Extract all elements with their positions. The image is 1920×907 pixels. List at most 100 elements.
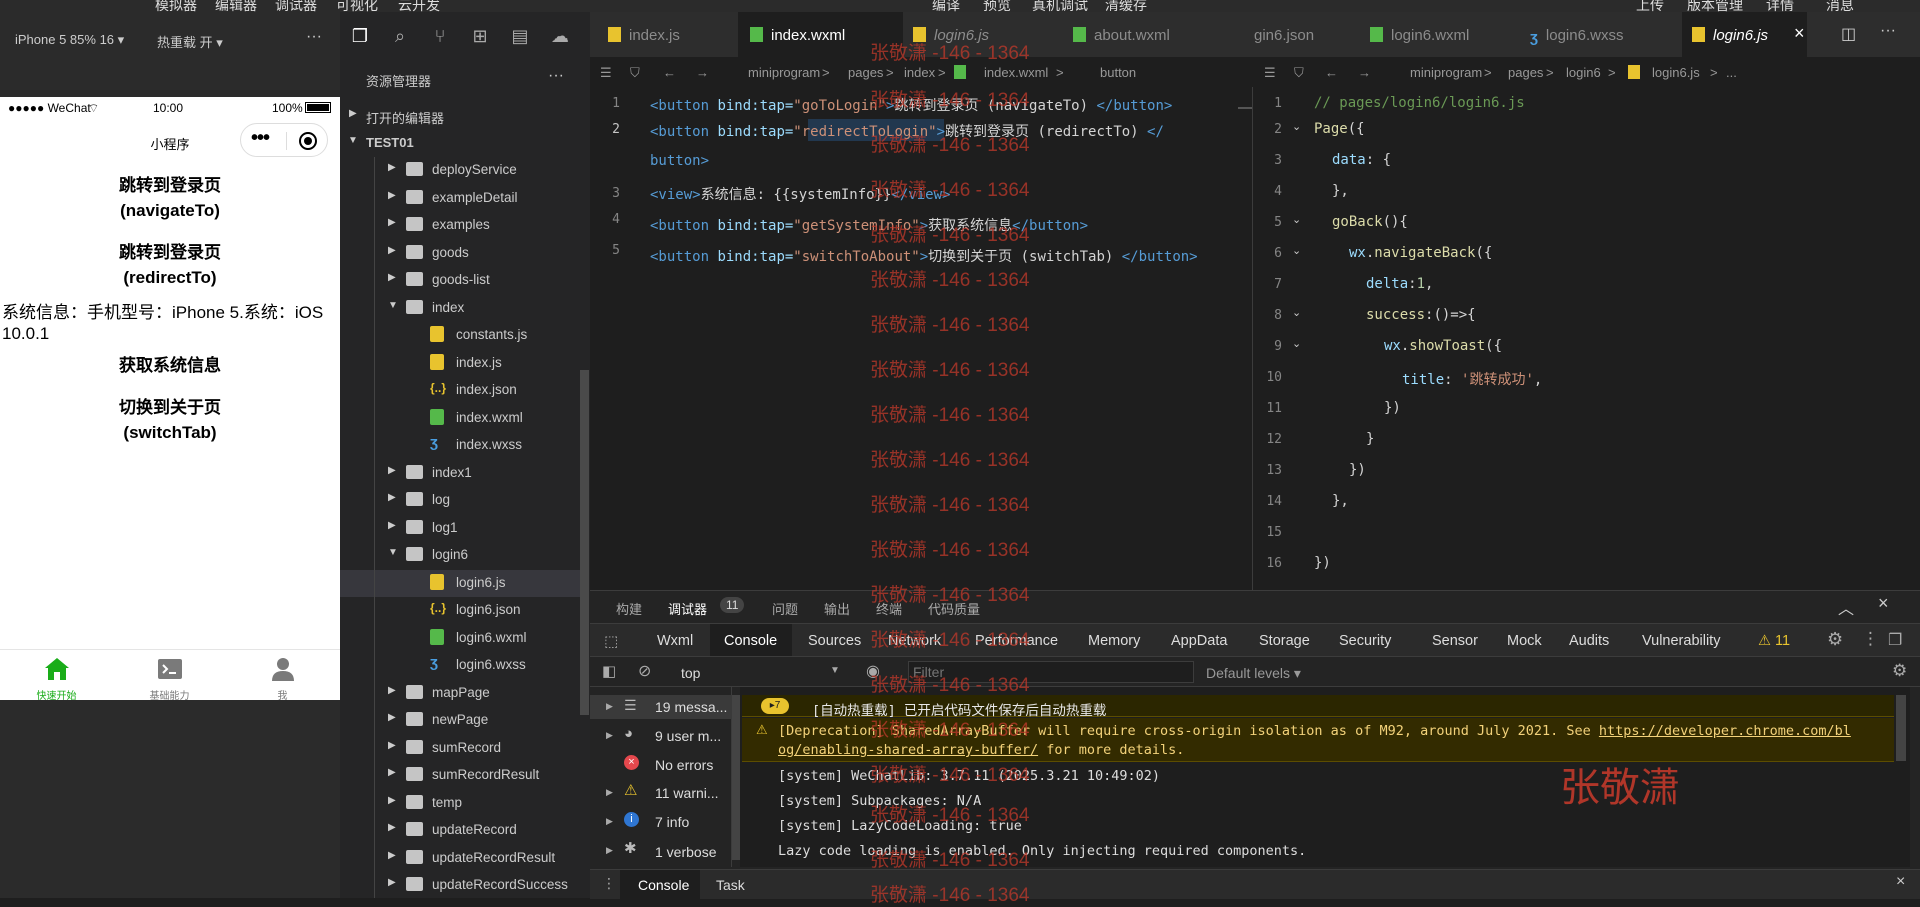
crumb-item[interactable]: pages xyxy=(848,65,883,80)
tree-item-goods-list[interactable]: ▶ goods-list xyxy=(340,267,580,294)
crumb-item[interactable]: miniprogram xyxy=(748,65,820,80)
sidebar-info[interactable]: 7 info xyxy=(655,814,689,830)
forward-arrow-icon[interactable]: → xyxy=(696,65,709,80)
drawer-tab-task[interactable]: Task xyxy=(716,877,745,893)
cloud-icon[interactable]: ☁ xyxy=(550,26,570,46)
sidebar-warnings[interactable]: 11 warni... xyxy=(655,785,719,801)
tree-item-index1[interactable]: ▶ index1 xyxy=(340,460,580,487)
drawer-close-icon[interactable]: × xyxy=(1896,873,1905,891)
tab-memory[interactable]: Memory xyxy=(1088,633,1140,649)
chevron-up-icon[interactable]: ︿ xyxy=(1838,595,1854,619)
extensions-icon[interactable]: ⊞ xyxy=(470,26,490,46)
crumb-item[interactable]: pages xyxy=(1508,65,1543,80)
bookmark-icon[interactable]: ⛉ xyxy=(1294,65,1304,81)
clear-console-icon[interactable]: ⊘ xyxy=(638,661,651,681)
sidebar-toggle-icon[interactable]: ◧ xyxy=(602,662,616,680)
menu-editor[interactable]: 编辑器 xyxy=(215,0,257,12)
simulator-more-icon[interactable]: ··· xyxy=(306,28,322,46)
tree-item-login6-json[interactable]: {..} login6.json xyxy=(340,597,580,624)
crumb-item[interactable]: index.wxml xyxy=(984,65,1048,80)
log-levels-select[interactable]: Default levels ▾ xyxy=(1206,665,1301,682)
tree-item-sumrecord[interactable]: ▶ sumRecord xyxy=(340,735,580,762)
tree-item-sumrecordresult[interactable]: ▶ sumRecordResult xyxy=(340,762,580,789)
source-control-icon[interactable]: ⑂ xyxy=(430,26,450,46)
tab-debugger[interactable]: 调试器 xyxy=(668,599,707,618)
forward-arrow-icon[interactable]: → xyxy=(1358,65,1371,80)
tree-item-mappage[interactable]: ▶ mapPage xyxy=(340,680,580,707)
fold-chevron-icon[interactable]: ⌄ xyxy=(1292,244,1301,257)
crumb-item[interactable]: login6.js xyxy=(1652,65,1700,80)
menu-simulator[interactable]: 模拟器 xyxy=(155,0,197,12)
fold-chevron-icon[interactable]: ⌄ xyxy=(1292,213,1301,226)
tab-login6-js-active[interactable]: login6.js xyxy=(1682,12,1807,57)
sidebar-messages[interactable]: 19 messa... xyxy=(655,699,727,715)
tab-login6-wxml[interactable]: login6.wxml xyxy=(1370,12,1510,57)
chevron-right-icon[interactable]: ▶ xyxy=(606,787,613,798)
tab-about-wxml[interactable]: about.wxml xyxy=(1063,12,1233,57)
tab-sources[interactable]: Sources xyxy=(808,633,861,649)
crumb-item[interactable]: login6 xyxy=(1566,65,1601,80)
menu-details[interactable]: 详情 xyxy=(1766,0,1794,12)
fold-chevron-icon[interactable]: ⌄ xyxy=(1292,337,1301,350)
back-arrow-icon[interactable]: ← xyxy=(663,65,676,80)
drawer-tab-console[interactable]: Console xyxy=(638,877,689,893)
close-panel-icon[interactable]: × xyxy=(1878,593,1889,614)
tab-security[interactable]: Security xyxy=(1339,633,1391,649)
fold-chevron-icon[interactable]: ⌄ xyxy=(1292,120,1301,133)
tab-me[interactable]: 我 xyxy=(226,650,339,702)
list-icon[interactable]: ☰ xyxy=(600,65,612,81)
more-dots-icon[interactable]: ••• xyxy=(251,127,270,150)
crumb-item[interactable]: index xyxy=(904,65,935,80)
tab-problems[interactable]: 问题 xyxy=(772,599,798,618)
tree-item-examples[interactable]: ▶ examples xyxy=(340,212,580,239)
tree-item-constants-js[interactable]: constants.js xyxy=(340,322,580,349)
search-icon[interactable]: ⌕ xyxy=(390,26,410,46)
inspect-icon[interactable]: ⬚ xyxy=(604,632,618,650)
menu-visual[interactable]: 可视化 xyxy=(336,0,378,12)
tab-quick-start[interactable]: 快速开始 xyxy=(0,650,113,702)
switch-to-about-button[interactable]: 切换到关于页 (switchTab) xyxy=(0,395,340,445)
tree-item-updaterecord[interactable]: ▶ updateRecord xyxy=(340,817,580,844)
tab-storage[interactable]: Storage xyxy=(1259,633,1310,649)
tab-basic-ability[interactable]: 基础能力 xyxy=(113,650,226,702)
crumb-item[interactable]: ... xyxy=(1726,65,1737,80)
context-select[interactable]: top xyxy=(681,665,700,681)
chevron-right-icon[interactable]: ▶ xyxy=(606,730,613,741)
sidebar-scrollbar[interactable] xyxy=(732,695,740,860)
dock-icon[interactable]: ❐ xyxy=(1888,630,1902,650)
back-arrow-icon[interactable]: ← xyxy=(1325,65,1338,80)
editor-more-icon[interactable]: ··· xyxy=(1880,22,1896,40)
crumb-item[interactable]: miniprogram xyxy=(1410,65,1482,80)
chevron-right-icon[interactable]: ▶ xyxy=(606,816,613,827)
tree-item-log1[interactable]: ▶ log1 xyxy=(340,515,580,542)
menu-preview[interactable]: 预览 xyxy=(983,0,1011,12)
kebab-menu-icon[interactable]: ⋮ xyxy=(1862,629,1879,649)
tab-appdata[interactable]: AppData xyxy=(1171,633,1227,649)
tree-item-login6[interactable]: ▼ login6 xyxy=(340,542,580,569)
redirect-to-login-button[interactable]: 跳转到登录页 (redirectTo) xyxy=(0,240,340,290)
sidebar-verbose[interactable]: 1 verbose xyxy=(655,844,716,860)
console-scrollbar[interactable] xyxy=(1896,695,1906,761)
tree-item-deployservice[interactable]: ▶ deployService xyxy=(340,157,580,184)
tree-item-goods[interactable]: ▶ goods xyxy=(340,240,580,267)
chevron-right-icon[interactable]: ▶ xyxy=(606,845,613,856)
deprecation-link-cont[interactable]: og/enabling-shared-array-buffer/ xyxy=(778,742,1038,758)
tree-item-newpage[interactable]: ▶ newPage xyxy=(340,707,580,734)
tab-wxml[interactable]: Wxml xyxy=(657,633,693,649)
tree-item-index[interactable]: ▼ index xyxy=(340,295,580,322)
tab-sensor[interactable]: Sensor xyxy=(1432,633,1478,649)
close-target-icon[interactable] xyxy=(299,132,317,150)
get-system-info-button[interactable]: 获取系统信息 xyxy=(0,353,340,378)
tree-item-index-js[interactable]: index.js xyxy=(340,350,580,377)
context-dropdown-icon[interactable]: ▼ xyxy=(830,665,840,676)
menu-upload[interactable]: 上传 xyxy=(1636,0,1664,12)
settings-gear-icon[interactable]: ⚙ xyxy=(1827,629,1843,650)
tree-item-index-wxss[interactable]: ʒ index.wxss xyxy=(340,432,580,459)
tree-item-login6-js[interactable]: login6.js xyxy=(340,569,580,597)
chevron-right-icon[interactable]: ▶ xyxy=(606,701,613,712)
tree-item-exampledetail[interactable]: ▶ exampleDetail xyxy=(340,185,580,212)
sidebar-user-messages[interactable]: 9 user m... xyxy=(655,728,721,744)
tree-item-login6-wxml[interactable]: login6.wxml xyxy=(340,625,580,652)
device-select[interactable]: iPhone 5 85% 16 ▾ xyxy=(15,32,124,48)
list-icon[interactable]: ☰ xyxy=(1264,65,1276,81)
